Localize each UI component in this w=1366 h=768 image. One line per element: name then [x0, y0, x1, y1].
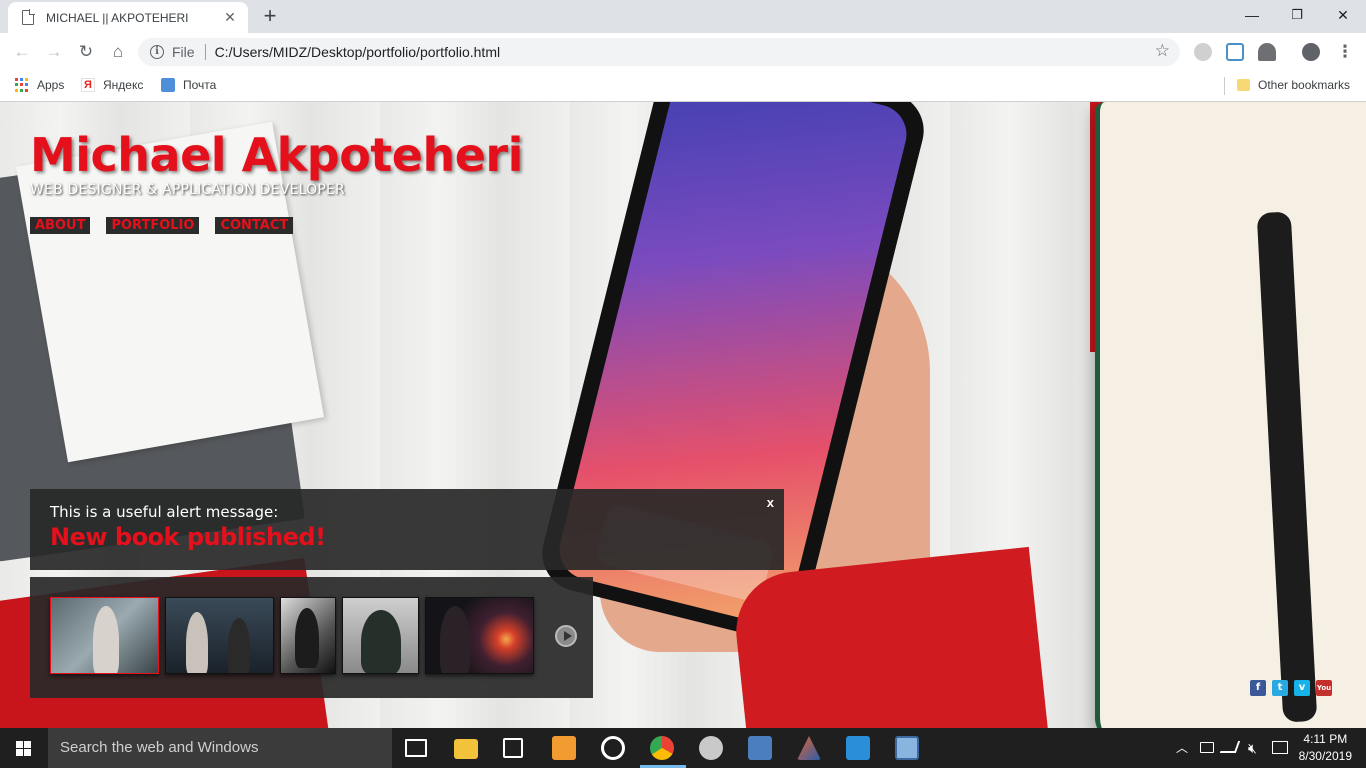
windows-logo-icon	[16, 741, 31, 756]
thumbnail-figure	[93, 606, 119, 673]
browser-toolbar: ← → ↻ ⌂ i File C:/Users/MIDZ/Desktop/por…	[0, 33, 1366, 71]
taskbar-clock[interactable]: 4:11 PM 8/30/2019	[1299, 731, 1352, 765]
tab-close-icon[interactable]: ✕	[222, 9, 238, 26]
home-icon[interactable]: ⌂	[107, 41, 129, 63]
battery-icon[interactable]	[1200, 742, 1214, 753]
document-icon	[22, 9, 35, 25]
alert-box: This is a useful alert message: New book…	[30, 489, 784, 570]
gallery-thumbnail[interactable]	[50, 597, 159, 674]
bookmark-star-icon[interactable]: ☆	[1155, 41, 1170, 61]
background-sleeve	[730, 546, 1050, 728]
scheme-label: File	[172, 44, 195, 60]
notifications-icon[interactable]	[1272, 741, 1288, 754]
new-tab-button[interactable]: +	[258, 5, 282, 27]
extension-icon-2[interactable]	[1226, 43, 1244, 61]
thumbnail-figure	[186, 612, 208, 673]
matlab-icon[interactable]	[797, 736, 821, 760]
gallery-next-icon[interactable]	[555, 625, 577, 647]
chrome-icon[interactable]	[650, 736, 674, 760]
bookmarks-divider	[1224, 77, 1225, 95]
mail-icon	[161, 78, 175, 92]
volume-icon[interactable]: 🔇︎	[1248, 728, 1257, 768]
back-icon[interactable]: ←	[11, 41, 33, 63]
bookmarks-bar: Apps Я Яндекс Почта Other bookmarks	[0, 71, 1366, 102]
social-links: f t v You	[1250, 680, 1332, 696]
youtube-icon[interactable]: You	[1316, 680, 1332, 696]
clock-time: 4:11 PM	[1303, 732, 1348, 746]
thumbnail-figure	[361, 610, 401, 673]
other-bookmarks-label: Other bookmarks	[1258, 78, 1351, 92]
main-menu: ABOUT PORTFOLIO CONTACT	[30, 217, 294, 234]
image-gallery	[30, 577, 593, 698]
gallery-thumbnail[interactable]	[342, 597, 419, 674]
start-button[interactable]	[0, 728, 48, 768]
app-circle-icon[interactable]	[601, 736, 625, 760]
profile-icon[interactable]	[1302, 43, 1320, 61]
bookmark-label: Почта	[183, 78, 217, 92]
page-title: Michael Akpoteheri	[30, 128, 523, 182]
paint-icon[interactable]	[699, 736, 723, 760]
address-separator	[204, 44, 206, 60]
browser-tab[interactable]: MICHAEL || AKPOTEHERI ✕	[8, 2, 248, 33]
tab-strip: MICHAEL || AKPOTEHERI ✕ + — ❐ ✕	[0, 0, 1366, 33]
network-icon[interactable]	[1219, 741, 1241, 753]
forward-icon[interactable]: →	[43, 41, 65, 63]
bookmark-yandex[interactable]: Я Яндекс	[81, 78, 143, 92]
maximize-button[interactable]: ❐	[1274, 4, 1320, 26]
bookmark-apps[interactable]: Apps	[15, 78, 64, 92]
info-icon[interactable]: i	[150, 45, 164, 59]
gallery-thumbnail[interactable]	[280, 597, 336, 674]
menu-item-about[interactable]: ABOUT	[30, 217, 91, 234]
background-notebook	[1095, 102, 1366, 728]
bookmark-mail[interactable]: Почта	[161, 78, 216, 92]
sublime-text-icon[interactable]	[552, 736, 576, 760]
minimize-button[interactable]: —	[1229, 4, 1275, 26]
page-viewport: Michael Akpoteheri WEB DESIGNER & APPLIC…	[0, 102, 1366, 728]
url-text[interactable]: C:/Users/MIDZ/Desktop/portfolio/portfoli…	[215, 44, 501, 60]
store-icon[interactable]	[503, 738, 523, 758]
extension-icon-3[interactable]	[1258, 43, 1276, 61]
menu-kebab-icon[interactable]: ⋮	[1334, 41, 1356, 63]
alert-headline: New book published!	[50, 523, 326, 551]
extension-icon-1[interactable]	[1194, 43, 1212, 61]
facebook-icon[interactable]: f	[1250, 680, 1266, 696]
gallery-thumbnail[interactable]	[165, 597, 274, 674]
vimeo-icon[interactable]: v	[1294, 680, 1310, 696]
file-explorer-icon[interactable]	[454, 739, 478, 759]
tab-title: MICHAEL || AKPOTEHERI	[46, 10, 189, 25]
thumbnail-figure	[228, 618, 250, 673]
thumbnail-figure	[440, 606, 470, 673]
address-bar[interactable]: i File C:/Users/MIDZ/Desktop/portfolio/p…	[138, 38, 1180, 66]
powershell-icon[interactable]	[748, 736, 772, 760]
bookmark-label: Apps	[37, 78, 65, 92]
yandex-icon: Я	[81, 78, 95, 92]
close-window-button[interactable]: ✕	[1320, 4, 1366, 26]
tray-chevron-icon[interactable]: ︿	[1176, 728, 1188, 768]
twitter-icon[interactable]: t	[1272, 680, 1288, 696]
apps-grid-icon	[15, 78, 29, 92]
task-view-icon[interactable]	[405, 739, 427, 757]
taskbar-search[interactable]: Search the web and Windows	[48, 728, 392, 768]
clock-date: 8/30/2019	[1298, 749, 1352, 763]
folder-icon	[1237, 79, 1250, 91]
menu-item-contact[interactable]: CONTACT	[215, 217, 294, 234]
thumbnail-figure	[295, 608, 319, 668]
reload-icon[interactable]: ↻	[75, 41, 97, 63]
vscode-icon[interactable]	[846, 736, 870, 760]
remote-desktop-icon[interactable]	[895, 736, 919, 760]
bookmark-other[interactable]: Other bookmarks	[1237, 78, 1350, 92]
taskbar: Search the web and Windows ︿ 🔇︎ 4:11 PM …	[0, 728, 1366, 768]
alert-close-button[interactable]: x	[767, 495, 774, 510]
gallery-thumbnail[interactable]	[425, 597, 534, 674]
bookmark-label: Яндекс	[103, 78, 144, 92]
alert-message: This is a useful alert message:	[50, 503, 279, 521]
menu-item-portfolio[interactable]: PORTFOLIO	[106, 217, 200, 234]
page-subtitle: WEB DESIGNER & APPLICATION DEVELOPER	[30, 182, 345, 198]
